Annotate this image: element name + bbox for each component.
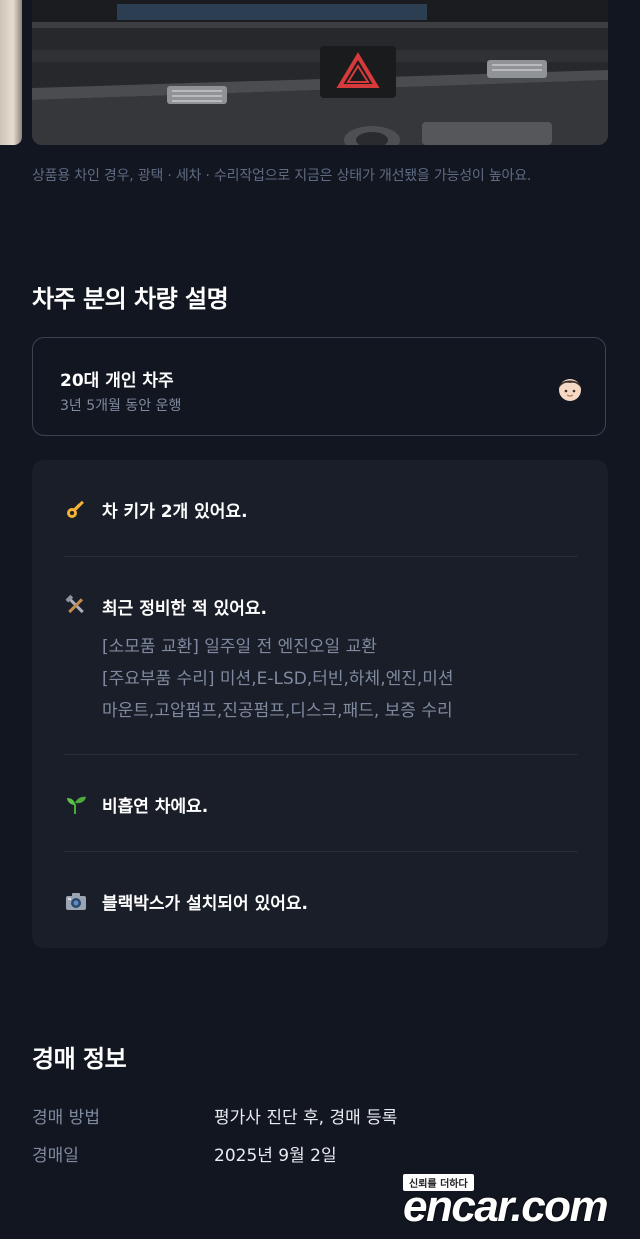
watermark-logo: encar.com: [403, 1182, 609, 1231]
feature-text: 최근 정비한 적 있어요.: [102, 599, 267, 619]
auction-info-title: 경매 정보: [32, 1045, 127, 1073]
auction-method-label: 경매 방법: [32, 1108, 100, 1128]
auction-date-label: 경매일: [32, 1146, 79, 1166]
auction-date-value: 2025년 9월 2일: [214, 1146, 337, 1166]
owner-duration: 3년 5개월 동안 운행: [60, 398, 182, 414]
key-icon: [64, 497, 88, 521]
divider: [64, 851, 578, 852]
vehicle-features-card: 차 키가 2개 있어요. 최근 정비한 적 있어요. [소모품 교환] 일주일 …: [32, 460, 608, 948]
encar-watermark: 신뢰를 더하다 encar.com: [403, 1172, 640, 1239]
owner-card: 20대 개인 차주 3년 5개월 동안 운행: [32, 337, 606, 436]
owner-description-title: 차주 분의 차량 설명: [32, 285, 229, 313]
feature-text: 비흡연 차에요.: [102, 797, 209, 817]
maintenance-detail-major-parts: [주요부품 수리] 미션,E-LSD,터빈,하체,엔진,미션: [102, 669, 454, 689]
car-interior-photo[interactable]: [32, 0, 608, 145]
vehicle-detail-page: 상품용 차인 경우, 광택 · 세차 · 수리작업으로 지금은 상태가 개선됐을…: [0, 0, 640, 1239]
feature-text: 차 키가 2개 있어요.: [102, 502, 248, 522]
tools-icon: [64, 594, 88, 618]
previous-photo-thumbnail[interactable]: [0, 0, 22, 145]
maintenance-detail-major-parts-cont: 마운트,고압펌프,진공펌프,디스크,패드, 보증 수리: [102, 701, 453, 721]
divider: [64, 556, 578, 557]
dashboard-illustration: [32, 0, 608, 145]
person-avatar-icon: [555, 374, 585, 404]
owner-name: 20대 개인 차주: [60, 371, 174, 391]
auction-method-value: 평가사 진단 후, 경매 등록: [214, 1108, 398, 1128]
seedling-icon: [64, 792, 88, 816]
maintenance-detail-consumables: [소모품 교환] 일주일 전 엔진오일 교환: [102, 637, 377, 657]
photo-gallery[interactable]: [0, 0, 640, 145]
feature-text: 블랙박스가 설치되어 있어요.: [102, 894, 308, 914]
divider: [64, 754, 578, 755]
camera-icon: [64, 889, 88, 913]
photo-caption: 상품용 차인 경우, 광택 · 세차 · 수리작업으로 지금은 상태가 개선됐을…: [32, 168, 532, 184]
